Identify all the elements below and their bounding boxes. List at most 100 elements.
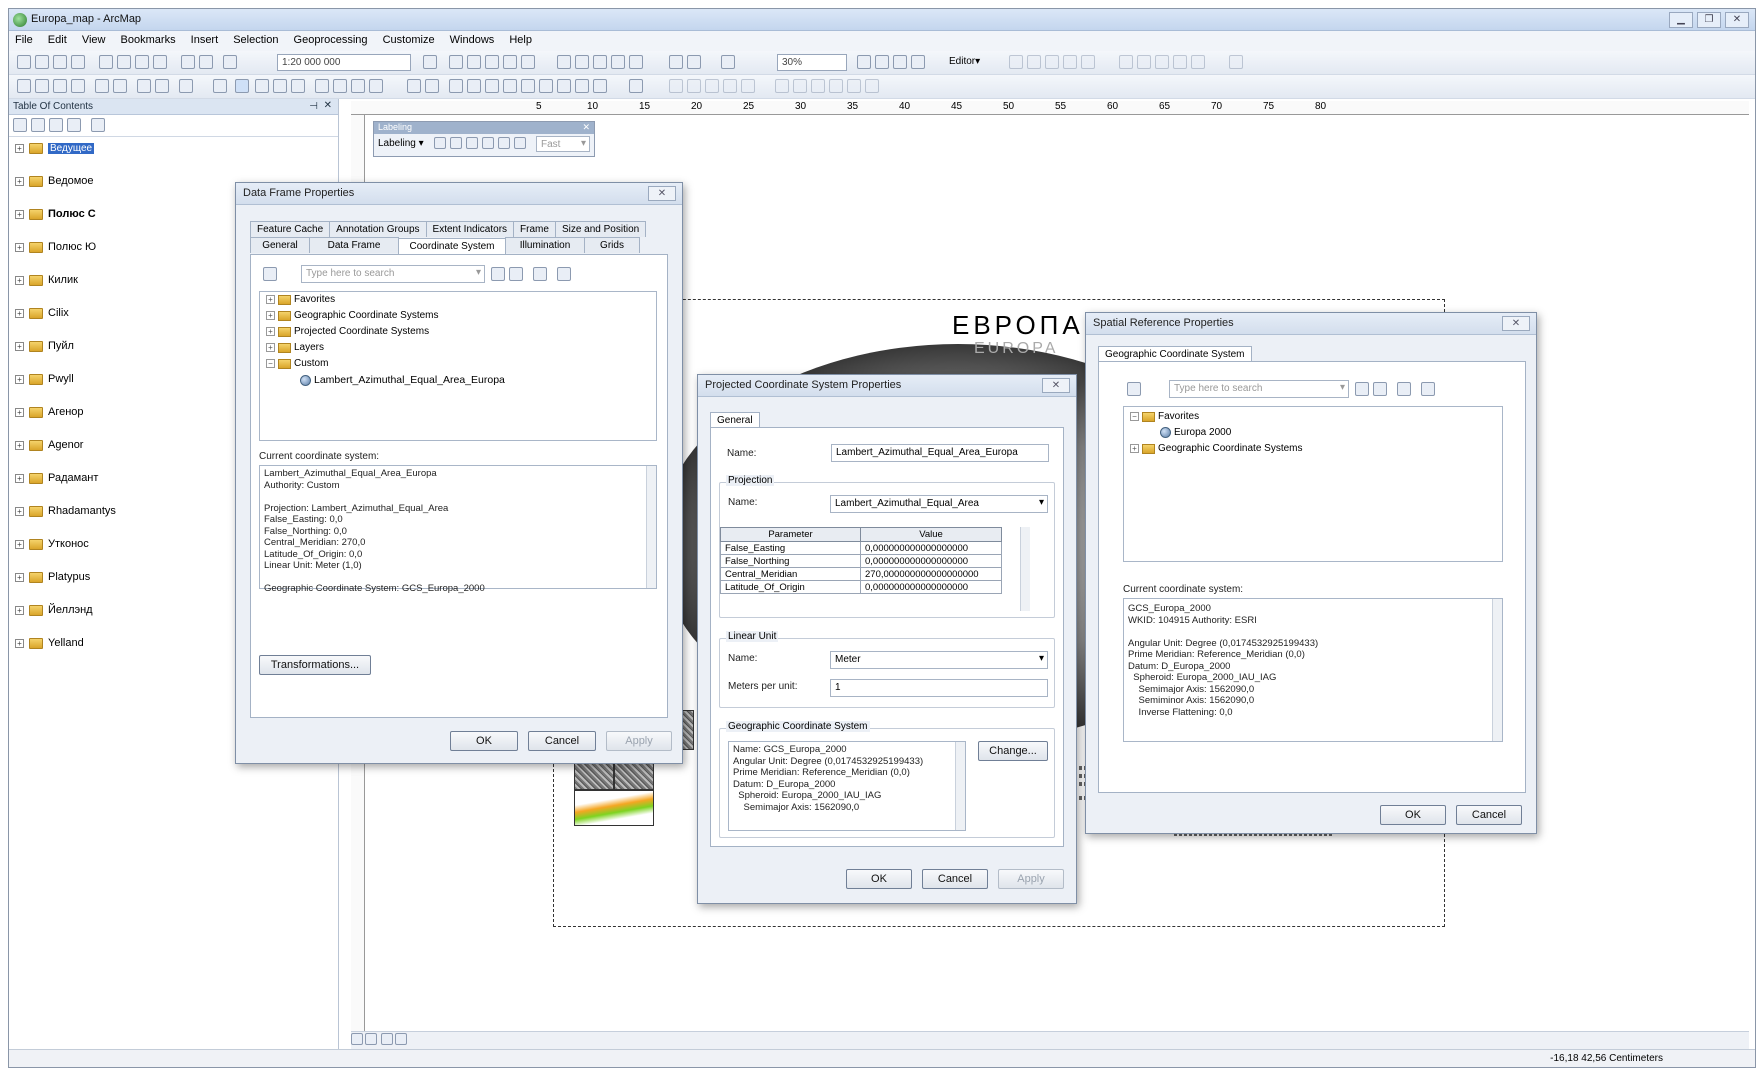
edit-tool-icon[interactable] — [1009, 55, 1023, 69]
search-icon[interactable] — [491, 267, 505, 281]
map-scale-combo[interactable]: 1:20 000 000 — [277, 54, 411, 71]
clear-selection-icon[interactable] — [213, 79, 227, 93]
georef-tool-1-icon[interactable] — [449, 79, 463, 93]
search-window-icon[interactable] — [485, 55, 499, 69]
toc-item[interactable]: + Ведомое — [15, 172, 94, 190]
zoom-in-icon[interactable] — [17, 79, 31, 93]
expand-icon[interactable]: + — [15, 341, 24, 351]
globe-menu-icon[interactable] — [533, 267, 547, 281]
cancel-button[interactable]: Cancel — [922, 869, 988, 889]
edit-annotation-icon[interactable] — [1027, 55, 1041, 69]
delete-icon[interactable] — [153, 55, 167, 69]
tab-general[interactable]: General — [710, 412, 760, 428]
clear-search-icon[interactable] — [509, 267, 523, 281]
dialog-close-button[interactable]: ✕ — [1042, 378, 1070, 393]
tab-frame[interactable]: Frame — [513, 221, 556, 237]
expand-icon[interactable]: + — [15, 407, 24, 417]
toc-item[interactable]: + Пуйл — [15, 337, 74, 355]
menu-help[interactable]: Help — [503, 31, 538, 49]
toc-item[interactable]: + Pwyll — [15, 370, 74, 388]
info-icon[interactable] — [629, 79, 643, 93]
draw-polygon-icon[interactable] — [521, 79, 535, 93]
find-route-icon[interactable] — [333, 79, 347, 93]
maximize-button[interactable]: ❐ — [1697, 12, 1721, 28]
toc-item[interactable]: + Yelland — [15, 634, 84, 652]
expand-icon[interactable]: + — [15, 506, 24, 516]
full-extent-icon[interactable] — [71, 79, 85, 93]
list-by-source-icon[interactable] — [31, 118, 45, 132]
expand-icon[interactable]: + — [266, 343, 275, 352]
select-elements-icon[interactable] — [235, 79, 249, 93]
menu-geoprocessing[interactable]: Geoprocessing — [288, 31, 374, 49]
menu-selection[interactable]: Selection — [227, 31, 284, 49]
straight-segment-icon[interactable] — [1045, 55, 1059, 69]
toc-item[interactable]: + Утконос — [15, 535, 89, 553]
clear-search-icon[interactable] — [1373, 382, 1387, 396]
toc-item[interactable]: + Agenor — [15, 436, 83, 454]
snap-tool-4-icon[interactable] — [723, 79, 737, 93]
menu-view[interactable]: View — [76, 31, 112, 49]
back-extent-icon[interactable] — [137, 79, 151, 93]
cancel-button[interactable]: Cancel — [1456, 805, 1522, 825]
layout-view-icon[interactable] — [365, 1033, 377, 1045]
menu-customize[interactable]: Customize — [377, 31, 441, 49]
change-gcs-button[interactable]: Change... — [978, 741, 1048, 761]
add-data-icon[interactable] — [223, 55, 237, 69]
fixed-zoom-out-icon[interactable] — [113, 79, 127, 93]
expand-icon[interactable]: + — [15, 308, 24, 318]
label-weight-icon[interactable] — [514, 137, 526, 149]
labeling-mode-combo[interactable]: Fast — [536, 136, 590, 152]
expand-icon[interactable]: + — [15, 605, 24, 615]
toc-item[interactable]: + Полюс Ю — [15, 238, 96, 256]
linear-unit-combo[interactable]: Meter — [830, 651, 1048, 669]
tab-coordinate-system[interactable]: Coordinate System — [398, 238, 506, 254]
tab-data-frame[interactable]: Data Frame — [309, 237, 399, 253]
identify-icon[interactable] — [255, 79, 269, 93]
tab-gcs[interactable]: Geographic Coordinate System — [1098, 346, 1252, 362]
time-slider-icon[interactable] — [407, 79, 421, 93]
attributes-icon[interactable] — [1173, 55, 1187, 69]
expand-icon[interactable]: + — [15, 374, 24, 384]
minimize-button[interactable]: ▁ — [1669, 12, 1693, 28]
transformations-button[interactable]: Transformations... — [259, 655, 371, 675]
expand-icon[interactable]: + — [15, 638, 24, 648]
layout-zoom-out-icon[interactable] — [575, 55, 589, 69]
list-by-selection-icon[interactable] — [67, 118, 81, 132]
cs-search-input[interactable]: Type here to search — [1169, 380, 1349, 398]
focus-data-frame-icon[interactable] — [669, 55, 683, 69]
line-color-icon[interactable] — [593, 79, 607, 93]
snap-tool-3-icon[interactable] — [705, 79, 719, 93]
toggle-draft-icon[interactable] — [721, 55, 735, 69]
expand-icon[interactable]: + — [15, 176, 24, 186]
expand-icon[interactable]: + — [15, 440, 24, 450]
view-unplaced-icon[interactable] — [482, 137, 494, 149]
layout-scroll-bar[interactable] — [351, 1031, 1749, 1049]
layout-pan-icon[interactable] — [593, 55, 607, 69]
layout-tool-1-icon[interactable] — [857, 55, 871, 69]
close-button[interactable]: ✕ — [1725, 12, 1749, 28]
python-icon[interactable] — [521, 55, 535, 69]
collapse-icon[interactable]: − — [1130, 412, 1139, 421]
table-scrollbar[interactable] — [1020, 527, 1030, 611]
toc-item[interactable]: + Радамант — [15, 469, 98, 487]
tab-illumination[interactable]: Illumination — [505, 237, 585, 253]
copy-icon[interactable] — [117, 55, 131, 69]
param-value[interactable]: 0,000000000000000000 — [860, 541, 1002, 555]
fixed-zoom-in-icon[interactable] — [95, 79, 109, 93]
rotate-icon[interactable] — [1155, 55, 1169, 69]
menu-file[interactable]: File — [9, 31, 39, 49]
fill-color-icon[interactable] — [575, 79, 589, 93]
sketch-properties-icon[interactable] — [1191, 55, 1205, 69]
cut-polygons-icon[interactable] — [1119, 55, 1133, 69]
align-tool-2-icon[interactable] — [793, 79, 807, 93]
find-icon[interactable] — [315, 79, 329, 93]
toc-item[interactable]: + Полюс С — [15, 205, 96, 223]
html-popup-icon[interactable] — [291, 79, 305, 93]
new-document-icon[interactable] — [17, 55, 31, 69]
draw-text-icon[interactable] — [557, 79, 571, 93]
menu-bookmarks[interactable]: Bookmarks — [115, 31, 182, 49]
ok-button[interactable]: OK — [1380, 805, 1446, 825]
undo-icon[interactable] — [181, 55, 195, 69]
toc-pin-icon[interactable]: ⊣ — [309, 101, 318, 112]
ok-button[interactable]: OK — [450, 731, 518, 751]
